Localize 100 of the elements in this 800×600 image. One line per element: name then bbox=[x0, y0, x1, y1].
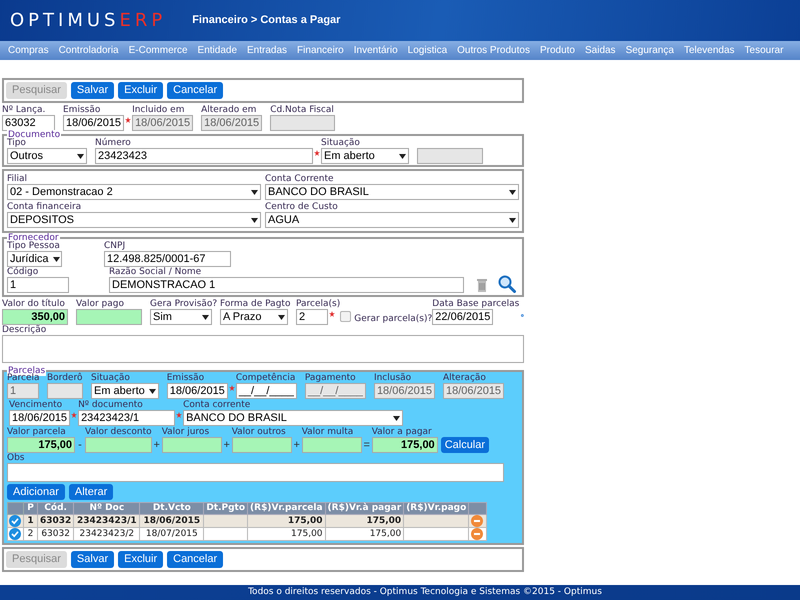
menu-item[interactable]: Financeiro bbox=[297, 44, 344, 56]
amount-field[interactable]: 175,00 bbox=[7, 437, 75, 453]
menu-item[interactable]: Outros Produtos bbox=[457, 44, 530, 56]
select-field[interactable]: AGUA bbox=[265, 212, 519, 228]
input-field[interactable]: 63032 bbox=[2, 115, 55, 131]
select-field[interactable]: Em aberto bbox=[91, 383, 159, 399]
toolbar-button[interactable]: Salvar bbox=[70, 551, 114, 568]
action-button[interactable]: Adicionar bbox=[7, 484, 65, 500]
field-label: Valor pago bbox=[76, 299, 125, 309]
text-area[interactable] bbox=[2, 335, 524, 363]
amount-field[interactable] bbox=[232, 437, 292, 453]
amount-field[interactable] bbox=[302, 437, 362, 453]
column-header: Dt.Vcto bbox=[140, 502, 204, 514]
menu-item[interactable]: Entidade bbox=[198, 44, 238, 56]
menu-item[interactable]: Controladoria bbox=[58, 44, 119, 56]
field-label: Parcela bbox=[7, 373, 40, 383]
menu-item[interactable]: Tesourar bbox=[744, 44, 784, 56]
field-label: Inclusão bbox=[374, 373, 412, 383]
toolbar-button[interactable]: Cancelar bbox=[167, 82, 224, 99]
select-field[interactable]: Em aberto bbox=[321, 148, 409, 164]
check-circle-icon[interactable] bbox=[9, 515, 21, 527]
input-field[interactable]: DEMONSTRACAO 1 bbox=[109, 277, 464, 293]
input-field[interactable]: 18/06/2015 bbox=[443, 383, 504, 399]
search-icon[interactable] bbox=[498, 275, 516, 293]
select-field[interactable]: BANCO DO BRASIL bbox=[265, 184, 519, 200]
field-label: Valor desconto bbox=[85, 427, 152, 437]
input-field[interactable]: 18/06/2015 bbox=[132, 115, 194, 131]
menu-item[interactable]: Segurança bbox=[626, 44, 674, 56]
field-label: Parcela(s) bbox=[296, 299, 340, 309]
field-label: Conta financeira bbox=[7, 202, 82, 212]
input-field[interactable] bbox=[270, 115, 336, 131]
caret-icon bbox=[509, 218, 516, 222]
input-field[interactable]: 2 bbox=[296, 309, 328, 325]
amount-field[interactable] bbox=[85, 437, 152, 453]
field-label: Incluido em bbox=[132, 105, 186, 115]
field-label: Número bbox=[95, 138, 132, 148]
amount-field[interactable] bbox=[76, 309, 142, 325]
operator-sign: = bbox=[362, 438, 371, 453]
field-label: Descrição bbox=[2, 325, 48, 335]
menu-item[interactable]: Produto bbox=[540, 44, 575, 56]
input-field[interactable]: 22/06/2015 bbox=[432, 309, 494, 325]
select-field[interactable]: Outros bbox=[7, 148, 87, 164]
input-field[interactable]: 18/06/2015 bbox=[9, 410, 70, 426]
column-header: (R$)Vr.à pagar bbox=[325, 502, 404, 514]
select-field[interactable]: BANCO DO BRASIL bbox=[183, 410, 404, 426]
menu-item[interactable]: Logistica bbox=[408, 44, 448, 56]
input-field[interactable]: 18/06/2015 bbox=[166, 383, 228, 399]
select-field[interactable]: 02 - Demonstracao 2 bbox=[7, 184, 261, 200]
field-label: Emissão bbox=[63, 105, 102, 115]
input-field[interactable]: 23423423/1 bbox=[78, 410, 176, 426]
input-field[interactable]: 23423423 bbox=[95, 148, 313, 164]
amount-field[interactable]: 175,00 bbox=[372, 437, 438, 453]
menu-item[interactable]: Compras bbox=[8, 44, 49, 56]
input-field[interactable]: 1 bbox=[7, 383, 39, 399]
checkbox[interactable] bbox=[340, 311, 352, 322]
menu-item[interactable]: Saidas bbox=[584, 44, 616, 56]
select-field[interactable]: DEPOSITOS bbox=[7, 212, 261, 228]
select-field[interactable]: Jurídica bbox=[7, 251, 62, 267]
amount-field[interactable] bbox=[162, 437, 222, 453]
field-label: CNPJ bbox=[104, 241, 126, 251]
action-button[interactable]: Alterar bbox=[68, 484, 114, 500]
input-field[interactable]: 18/06/2015 bbox=[201, 115, 262, 131]
logo: OPTIMUS ERP bbox=[10, 9, 166, 33]
toolbar-button[interactable]: Salvar bbox=[70, 82, 114, 99]
input-field[interactable] bbox=[417, 148, 483, 164]
remove-icon[interactable] bbox=[471, 528, 484, 540]
table-row[interactable]: 2 63032 23423423/2 18/07/2015 175,00 175,00 bbox=[8, 528, 487, 540]
input-field[interactable] bbox=[47, 383, 83, 399]
caret-icon bbox=[202, 314, 209, 320]
input-field[interactable]: 18/06/2015 bbox=[374, 383, 435, 399]
field-label: Nº Lança. bbox=[2, 105, 46, 115]
field-label: Valor juros bbox=[162, 427, 210, 437]
operator-sign: + bbox=[222, 438, 231, 453]
menu-item[interactable]: Inventário bbox=[354, 44, 398, 56]
trash-icon[interactable] bbox=[476, 277, 488, 292]
input-field[interactable]: __/__/____ bbox=[236, 383, 297, 399]
menu-item[interactable]: E-Commerce bbox=[128, 44, 188, 56]
toolbar-button[interactable]: Excluir bbox=[118, 551, 164, 568]
remove-icon[interactable] bbox=[471, 515, 484, 527]
field-label: Valor a pagar bbox=[372, 427, 433, 437]
caret-icon bbox=[278, 314, 285, 320]
menu-item[interactable]: Entradas bbox=[247, 44, 288, 56]
field-label: Razão Social / Nome bbox=[109, 267, 202, 277]
input-field[interactable]: __/__/____ bbox=[304, 383, 366, 399]
caret-icon bbox=[148, 388, 156, 394]
table-row[interactable]: 1 63032 23423423/1 18/06/2015 175,00 175,00 bbox=[8, 514, 487, 528]
field-label: Centro de Custo bbox=[265, 202, 339, 212]
select-field[interactable]: Sim bbox=[150, 309, 212, 325]
toolbar-button[interactable]: Cancelar bbox=[167, 551, 224, 568]
calculate-button[interactable]: Calcular bbox=[440, 437, 490, 453]
input-field[interactable]: 18/06/2015 bbox=[63, 115, 124, 131]
text-area[interactable] bbox=[7, 463, 504, 482]
menu-item[interactable]: Televendas bbox=[684, 44, 735, 56]
amount-field[interactable]: 350,00 bbox=[2, 309, 68, 325]
select-field[interactable]: A Prazo bbox=[220, 309, 288, 325]
operator-sign: - bbox=[77, 438, 83, 453]
check-circle-icon[interactable] bbox=[9, 528, 21, 540]
toolbar-button[interactable]: Excluir bbox=[118, 82, 164, 99]
input-field[interactable]: 1 bbox=[7, 277, 69, 293]
input-field[interactable]: 12.498.825/0001-67 bbox=[104, 251, 231, 267]
